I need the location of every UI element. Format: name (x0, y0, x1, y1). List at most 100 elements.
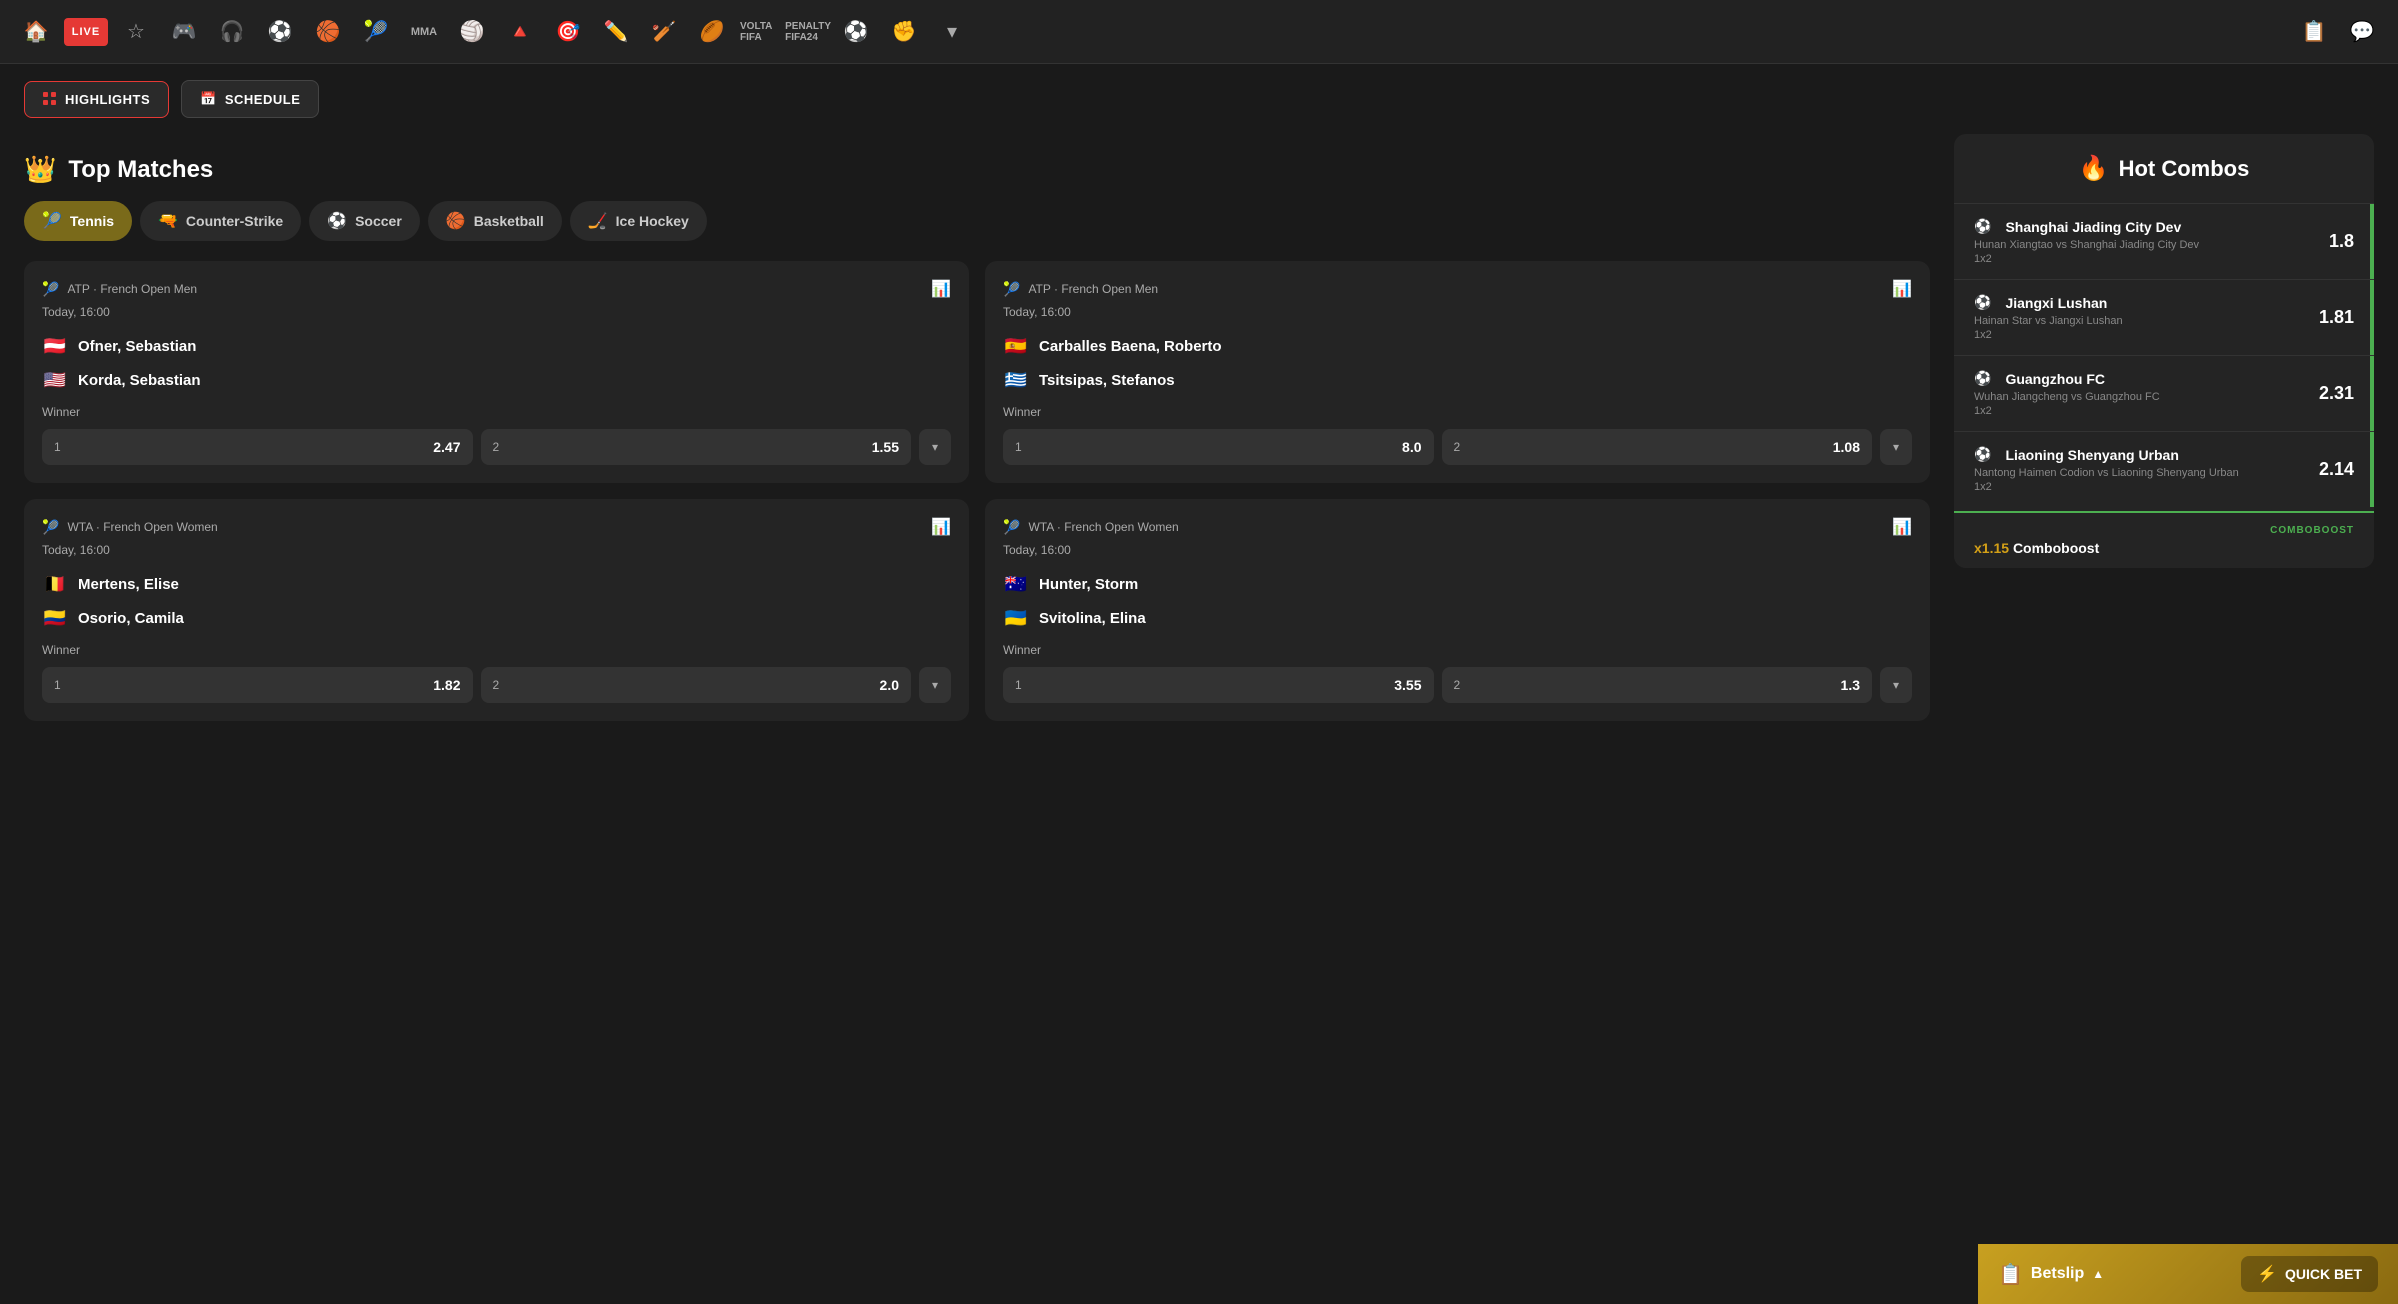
soccer-combo-icon-4: ⚽ (1974, 446, 1991, 463)
tab-ice-hockey[interactable]: 🏒 Ice Hockey (570, 201, 707, 241)
combo-item-1[interactable]: ⚽ Shanghai Jiading City Dev Hunan Xiangt… (1954, 203, 2374, 279)
combo-3-team: ⚽ Guangzhou FC (1974, 370, 2304, 387)
match-2-player2-name: Tsitsipas, Stefanos (1039, 372, 1175, 389)
match-1-odd-2-label: 2 (493, 440, 500, 454)
match-4-expand-btn[interactable]: ▾ (1880, 667, 1912, 703)
match-2-market: Winner (1003, 405, 1912, 419)
headset-icon[interactable]: 🎧 (212, 12, 252, 52)
schedule-button[interactable]: 📅 SCHEDULE (181, 80, 319, 118)
soccer-tab-icon: ⚽ (327, 211, 347, 231)
match-4-player2: 🇺🇦 Svitolina, Elina (1003, 605, 1912, 631)
flag-spain: 🇪🇸 (1003, 333, 1029, 359)
match-1-player1: 🇦🇹 Ofner, Sebastian (42, 333, 951, 359)
volleyball-nav-icon[interactable]: 🏐 (452, 12, 492, 52)
combo-item-4[interactable]: ⚽ Liaoning Shenyang Urban Nantong Haimen… (1954, 431, 2374, 507)
cs-tab-label: Counter-Strike (186, 213, 283, 229)
match-card-4: 🎾 WTA · French Open Women 📊 Today, 16:00… (985, 499, 1930, 721)
hot-combos-header: 🔥 Hot Combos (1954, 134, 2374, 203)
match-1-odd-1[interactable]: 1 2.47 (42, 429, 473, 465)
match-3-league-text: WTA · French Open Women (67, 520, 217, 534)
soccer-combo-icon-3: ⚽ (1974, 370, 1991, 387)
tab-soccer[interactable]: ⚽ Soccer (309, 201, 420, 241)
match-4-odd-1[interactable]: 1 3.55 (1003, 667, 1434, 703)
betslip-nav-icon[interactable]: 📋 (2294, 12, 2334, 52)
match-4-odd-2[interactable]: 2 1.3 (1442, 667, 1873, 703)
match-1-odd-1-label: 1 (54, 440, 61, 454)
favorites-icon[interactable]: ☆ (116, 12, 156, 52)
comboboost-section: COMBOBOOST x1.15 Comboboost (1954, 511, 2374, 568)
match-2-player2: 🇬🇷 Tsitsipas, Stefanos (1003, 367, 1912, 393)
match-4-league: 🎾 WTA · French Open Women (1003, 519, 1179, 536)
pen-nav-icon[interactable]: ✏️ (596, 12, 636, 52)
basketball-nav-icon[interactable]: 🏀 (308, 12, 348, 52)
combo-2-match: Hainan Star vs Jiangxi Lushan (1974, 315, 2304, 327)
extra-soccer-icon[interactable]: ⚽ (836, 12, 876, 52)
cricket-nav-icon[interactable]: 🏏 (644, 12, 684, 52)
tab-tennis[interactable]: 🎾 Tennis (24, 201, 132, 241)
darts-nav-icon[interactable]: 🎯 (548, 12, 588, 52)
volta-nav-icon[interactable]: VOLTA FIFA (740, 12, 780, 52)
fist-nav-icon[interactable]: ✊ (884, 12, 924, 52)
match-4-odd-2-value: 1.3 (1841, 677, 1860, 693)
match-4-market: Winner (1003, 643, 1912, 657)
match-1-player2-name: Korda, Sebastian (78, 372, 201, 389)
home-icon[interactable]: 🏠 (16, 12, 56, 52)
flag-colombia: 🇨🇴 (42, 605, 68, 631)
match-4-time: Today, 16:00 (1003, 543, 1912, 557)
comboboost-text: x1.15 Comboboost (1974, 540, 2354, 556)
esports-icon[interactable]: 🎮 (164, 12, 204, 52)
mma-nav-icon[interactable]: MMA (404, 12, 444, 52)
match-3-odd-1[interactable]: 1 1.82 (42, 667, 473, 703)
left-panel: 👑 Top Matches 🎾 Tennis 🔫 Counter-Strike … (24, 134, 1930, 721)
match-2-odd-2[interactable]: 2 1.08 (1442, 429, 1873, 465)
soccer-nav-icon[interactable]: ⚽ (260, 12, 300, 52)
match-card-2-header: 🎾 ATP · French Open Men 📊 (1003, 279, 1912, 299)
combo-item-2[interactable]: ⚽ Jiangxi Lushan Hainan Star vs Jiangxi … (1954, 279, 2374, 355)
match-1-odd-1-value: 2.47 (433, 439, 460, 455)
betslip-button[interactable]: 📋 Betslip ▲ (1998, 1262, 2104, 1287)
combo-3-odds: 2.31 (2304, 383, 2354, 404)
combo-2-team: ⚽ Jiangxi Lushan (1974, 294, 2304, 311)
match-1-expand-btn[interactable]: ▾ (919, 429, 951, 465)
match-1-odd-2[interactable]: 2 1.55 (481, 429, 912, 465)
chat-nav-icon[interactable]: 💬 (2342, 12, 2382, 52)
combo-4-odds: 2.14 (2304, 459, 2354, 480)
crown-icon: 👑 (24, 154, 56, 185)
combo-1-type: 1x2 (1974, 253, 2304, 265)
match-3-player1: 🇧🇪 Mertens, Elise (42, 571, 951, 597)
combo-3-match: Wuhan Jiangcheng vs Guangzhou FC (1974, 391, 2304, 403)
tennis-nav-icon[interactable]: 🎾 (356, 12, 396, 52)
tab-counter-strike[interactable]: 🔫 Counter-Strike (140, 201, 301, 241)
stats-icon-3[interactable]: 📊 (931, 517, 951, 537)
live-badge[interactable]: LIVE (64, 18, 108, 46)
match-3-odd-2[interactable]: 2 2.0 (481, 667, 912, 703)
match-card-1-header: 🎾 ATP · French Open Men 📊 (42, 279, 951, 299)
top-nav: 🏠 LIVE ☆ 🎮 🎧 ⚽ 🏀 🎾 MMA 🏐 🔺 🎯 ✏️ 🏏 🏉 VOLT… (0, 0, 2398, 64)
schedule-label: SCHEDULE (225, 92, 301, 107)
lightning-icon: ⚡ (2257, 1264, 2277, 1284)
stats-icon-1[interactable]: 📊 (931, 279, 951, 299)
combo-2-odds: 1.81 (2304, 307, 2354, 328)
combo-item-3[interactable]: ⚽ Guangzhou FC Wuhan Jiangcheng vs Guang… (1954, 355, 2374, 431)
stats-icon-4[interactable]: 📊 (1892, 517, 1912, 537)
match-3-odd-2-value: 2.0 (880, 677, 899, 693)
stats-icon-2[interactable]: 📊 (1892, 279, 1912, 299)
match-2-odd-1[interactable]: 1 8.0 (1003, 429, 1434, 465)
rugby-nav-icon[interactable]: 🏉 (692, 12, 732, 52)
match-2-league: 🎾 ATP · French Open Men (1003, 281, 1158, 298)
match-3-expand-btn[interactable]: ▾ (919, 667, 951, 703)
tennis-league-icon-3: 🎾 (42, 519, 59, 536)
more-nav-icon[interactable]: ▾ (932, 12, 972, 52)
match-2-expand-btn[interactable]: ▾ (1880, 429, 1912, 465)
soccer-tab-label: Soccer (355, 213, 402, 229)
comboboost-label: Comboboost (2013, 540, 2099, 556)
combo-3-type: 1x2 (1974, 405, 2304, 417)
match-4-player2-name: Svitolina, Elina (1039, 610, 1146, 627)
hot-combos-title: Hot Combos (2119, 156, 2250, 182)
highlights-button[interactable]: HIGHLIGHTS (24, 81, 169, 118)
tab-basketball[interactable]: 🏀 Basketball (428, 201, 562, 241)
match-3-time: Today, 16:00 (42, 543, 951, 557)
quick-bet-button[interactable]: ⚡ QUICK BET (2241, 1256, 2378, 1292)
snooker-nav-icon[interactable]: 🔺 (500, 12, 540, 52)
penalty-nav-icon[interactable]: PENALTY FIFA24 (788, 12, 828, 52)
